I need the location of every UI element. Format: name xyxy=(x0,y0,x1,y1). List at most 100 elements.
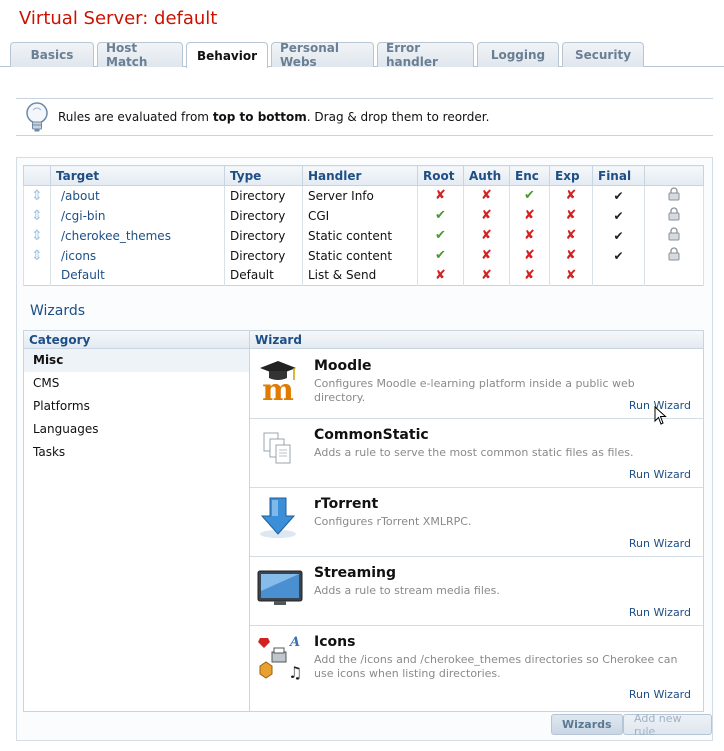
category-platforms[interactable]: Platforms xyxy=(24,395,249,418)
wizard-streaming: Streaming Adds a rule to stream media fi… xyxy=(250,557,703,626)
table-row[interactable]: ⇕ /cherokee_themes Directory Static content… xyxy=(23,225,704,246)
enc-cross-icon[interactable]: ✘ xyxy=(524,248,535,263)
table-row[interactable]: ⇕ /cgi-bin Directory CGI ✔ ✘ ✘ ✘ ✔ xyxy=(23,205,704,226)
tab-basics[interactable]: Basics xyxy=(10,42,94,67)
exp-cell: ✘ xyxy=(549,185,593,206)
final-cell: ✔ xyxy=(592,225,645,246)
enc-cell: ✘ xyxy=(509,245,550,266)
col-auth[interactable]: Auth xyxy=(463,165,510,186)
add-new-rule-button[interactable]: Add new rule xyxy=(623,712,712,738)
auth-cross-icon[interactable]: ✘ xyxy=(481,188,492,203)
category-languages[interactable]: Languages xyxy=(24,418,249,441)
exp-cell: ✘ xyxy=(549,245,593,266)
run-wizard-link[interactable]: Run Wizard xyxy=(629,688,691,701)
col-handler[interactable]: Handler xyxy=(302,165,418,186)
root-check-icon[interactable]: ✔ xyxy=(435,228,446,243)
lock-cell xyxy=(644,185,704,206)
table-row[interactable]: Default Default List & Send ✘ ✘ ✘ ✘ xyxy=(23,265,704,286)
auth-cross-icon[interactable]: ✘ xyxy=(481,248,492,263)
root-check-icon[interactable]: ✔ xyxy=(435,208,446,223)
rule-target-link[interactable]: /cherokee_themes xyxy=(56,229,171,243)
auth-cross-icon[interactable]: ✘ xyxy=(481,228,492,243)
category-misc[interactable]: Misc xyxy=(24,349,249,372)
col-final[interactable]: Final xyxy=(592,165,645,186)
final-checkbox[interactable]: ✔ xyxy=(613,229,623,243)
monitor-icon xyxy=(257,570,303,605)
wizard-description: Add the /icons and /cherokee_themes dire… xyxy=(314,653,678,680)
wizard-icons: A ♫ Icons Add the /icons and /cherokee_t… xyxy=(250,626,703,707)
lock-cell xyxy=(644,245,704,266)
wizard-column: Wizard m Moodle Configures Moodle e-lear… xyxy=(250,331,703,711)
exp-cell: ✘ xyxy=(549,225,593,246)
enc-cell: ✘ xyxy=(509,265,550,286)
drag-handle-icon[interactable]: ⇕ xyxy=(31,248,43,264)
wizard-description: Adds a rule to stream media files. xyxy=(314,584,500,597)
drag-handle-icon[interactable]: ⇕ xyxy=(31,188,43,204)
exp-cross-icon[interactable]: ✘ xyxy=(566,188,577,203)
col-enc[interactable]: Enc xyxy=(509,165,550,186)
exp-cross-icon[interactable]: ✘ xyxy=(566,228,577,243)
rule-target-link[interactable]: /cgi-bin xyxy=(56,209,105,223)
exp-cross-icon[interactable]: ✘ xyxy=(566,208,577,223)
category-cms[interactable]: CMS xyxy=(24,372,249,395)
auth-cell: ✘ xyxy=(463,205,510,226)
auth-cell: ✘ xyxy=(463,245,510,266)
static-files-icon xyxy=(263,432,291,464)
run-wizard-link[interactable]: Run Wizard xyxy=(629,606,691,619)
mouse-cursor-icon xyxy=(654,406,667,425)
moodle-icon: m xyxy=(260,361,296,404)
table-row[interactable]: ⇕ /icons Directory Static content ✔ ✘ ✘ ✘ ✔ xyxy=(23,245,704,266)
tab-behavior[interactable]: Behavior xyxy=(186,42,268,68)
handler-cell: Static content xyxy=(302,245,418,266)
final-checkbox[interactable]: ✔ xyxy=(613,249,623,263)
rules-panel: Target Type Handler Root Auth Enc Exp Fi… xyxy=(16,157,713,741)
tab-personal-webs[interactable]: Personal Webs xyxy=(271,41,374,69)
col-target[interactable]: Target xyxy=(50,165,225,186)
enc-cross-icon[interactable]: ✘ xyxy=(524,228,535,243)
drag-handle-icon[interactable]: ⇕ xyxy=(31,208,43,224)
enc-cell: ✔ xyxy=(509,185,550,206)
enc-check-icon[interactable]: ✔ xyxy=(524,188,535,203)
wizard-name: Moodle xyxy=(314,358,372,374)
tab-security[interactable]: Security xyxy=(562,42,644,67)
final-checkbox[interactable]: ✔ xyxy=(613,209,623,223)
type-cell: Directory xyxy=(224,245,303,266)
final-checkbox[interactable]: ✔ xyxy=(613,189,623,203)
lock-icon[interactable] xyxy=(667,247,681,261)
root-check-icon[interactable]: ✔ xyxy=(435,248,446,263)
tab-error-handler[interactable]: Error handler xyxy=(377,41,474,69)
exp-cross-icon[interactable]: ✘ xyxy=(566,248,577,263)
drag-cell xyxy=(23,265,51,286)
lock-icon[interactable] xyxy=(667,187,681,201)
rule-target-link[interactable]: Default xyxy=(56,268,105,282)
run-wizard-link[interactable]: Run Wizard xyxy=(629,537,691,550)
enc-cross-icon[interactable]: ✘ xyxy=(524,268,535,283)
rule-target-link[interactable]: /about xyxy=(56,189,100,203)
wizards-button[interactable]: Wizards xyxy=(551,714,623,735)
enc-cross-icon[interactable]: ✘ xyxy=(524,208,535,223)
col-exp[interactable]: Exp xyxy=(549,165,593,186)
info-bar: Rules are evaluated from top to bottom. … xyxy=(16,98,713,136)
lock-column-header xyxy=(644,165,704,186)
target-cell: /icons xyxy=(50,245,225,266)
col-root[interactable]: Root xyxy=(417,165,464,186)
tab-host-match[interactable]: Host Match xyxy=(97,41,183,69)
download-arrow-icon xyxy=(260,497,296,538)
auth-cross-icon[interactable]: ✘ xyxy=(481,268,492,283)
enc-cell: ✘ xyxy=(509,225,550,246)
tab-logging[interactable]: Logging xyxy=(477,42,559,67)
drag-handle-icon[interactable]: ⇕ xyxy=(31,228,43,244)
category-header: Category xyxy=(24,331,249,349)
lock-icon[interactable] xyxy=(667,207,681,221)
rule-target-link[interactable]: /icons xyxy=(56,249,96,263)
auth-cross-icon[interactable]: ✘ xyxy=(481,208,492,223)
table-row[interactable]: ⇕ /about Directory Server Info ✘ ✘ ✔ ✘ ✔ xyxy=(23,185,704,206)
root-cross-icon[interactable]: ✘ xyxy=(435,268,446,283)
run-wizard-link[interactable]: Run Wizard xyxy=(629,468,691,481)
col-type[interactable]: Type xyxy=(224,165,303,186)
category-tasks[interactable]: Tasks xyxy=(24,441,249,464)
exp-cross-icon[interactable]: ✘ xyxy=(566,268,577,283)
lock-icon[interactable] xyxy=(667,227,681,241)
root-cross-icon[interactable]: ✘ xyxy=(435,188,446,203)
wizard-list: m Moodle Configures Moodle e-learning pl… xyxy=(250,350,703,707)
